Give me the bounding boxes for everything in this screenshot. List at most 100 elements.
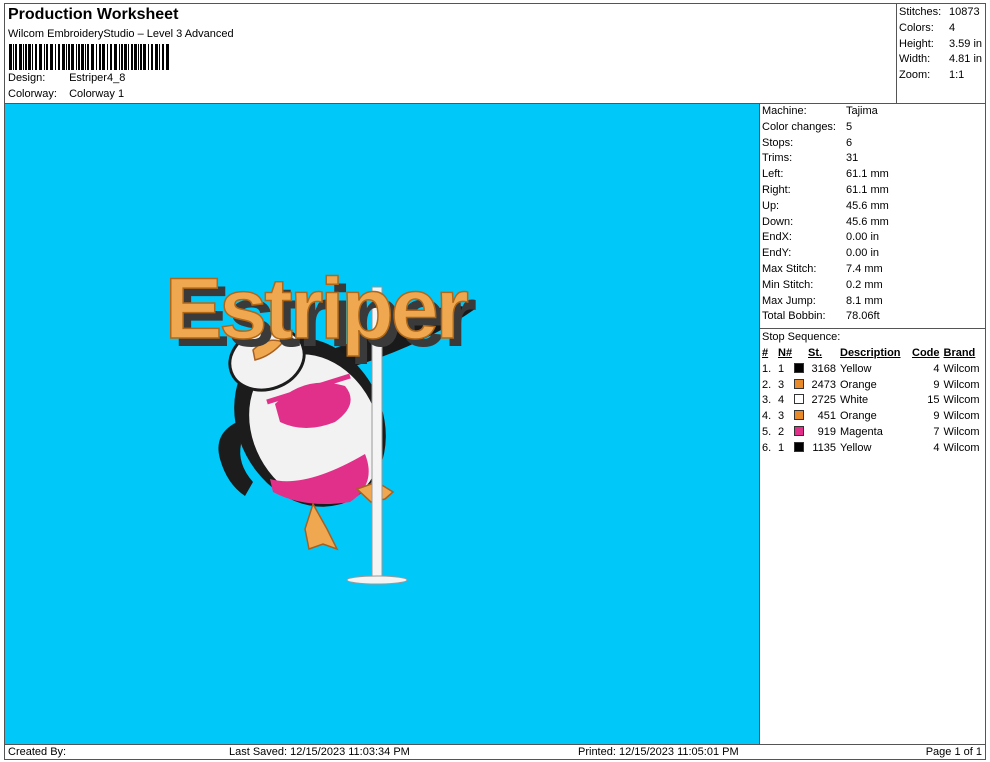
design-title-group: Estriper Estriper <box>164 260 479 365</box>
stop-row: 6. 1 1135 Yellow 4 Wilcom <box>762 440 985 456</box>
footer-printed: Printed: 12/15/2023 11:05:01 PM <box>578 746 739 758</box>
stop-description: Yellow <box>840 362 872 375</box>
stop-needle: 2 <box>778 424 808 440</box>
col-brand: Brand <box>943 347 976 360</box>
stop-index: 1. <box>762 362 772 375</box>
design-label: Design: <box>8 72 46 84</box>
color-swatch <box>794 441 804 452</box>
stop-description: Magenta <box>840 426 883 439</box>
col-code: Code <box>912 347 940 360</box>
info-label: Left: <box>762 168 784 181</box>
stat-width: Width: 4.81 in <box>899 53 983 66</box>
stop-stitches: 1135 <box>812 441 836 454</box>
stop-row: 5. 2 919 Magenta 7 Wilcom <box>762 424 985 440</box>
stat-zoom: Zoom: 1:1 <box>899 69 965 82</box>
color-swatch <box>794 378 804 389</box>
stat-stitches: Stitches: 10873 <box>899 6 980 18</box>
stop-description: Yellow <box>840 441 872 454</box>
stop-needle: 3 <box>778 377 808 393</box>
stop-sequence: Stop Sequence: # N# St. Description Code… <box>760 328 985 456</box>
info-label: Max Stitch: <box>762 262 817 275</box>
stop-code: 9 <box>933 378 940 391</box>
info-label: Total Bobbin: <box>762 310 826 323</box>
stop-sequence-table: # N# St. Description Code Brand 1. 1 3168 Y… <box>762 345 985 456</box>
stop-needle: 1 <box>778 440 808 456</box>
stop-brand: Wilcom <box>943 378 980 391</box>
stop-sequence-title: Stop Sequence: <box>762 331 841 344</box>
needle-number: 1 <box>778 362 785 375</box>
col-description: Description <box>840 347 901 360</box>
stop-needle: 1 <box>778 361 808 377</box>
stop-code: 4 <box>933 362 940 375</box>
info-row: Max Stitch: 7.4 mm <box>760 262 985 278</box>
info-value: 78.06ft <box>846 310 880 323</box>
stop-description: Orange <box>840 378 877 391</box>
stop-row: 4. 3 451 Orange 9 Wilcom <box>762 408 985 424</box>
info-row: Stops: 6 <box>760 136 985 152</box>
info-row: Min Stitch: 0.2 mm <box>760 278 985 294</box>
info-row: Total Bobbin: 78.06ft <box>760 309 985 325</box>
footer-last-saved: Last Saved: 12/15/2023 11:03:34 PM <box>229 746 410 758</box>
colorway-label: Colorway: <box>8 88 57 100</box>
info-label: Trims: <box>762 152 793 165</box>
stop-index: 4. <box>762 410 772 423</box>
stop-row: 1. 1 3168 Yellow 4 Wilcom <box>762 361 985 377</box>
stop-code: 15 <box>927 394 940 407</box>
stop-brand: Wilcom <box>943 362 980 375</box>
stop-needle: 4 <box>778 393 808 409</box>
needle-number: 3 <box>778 410 785 423</box>
info-label: EndY: <box>762 247 792 260</box>
color-swatch <box>794 410 804 421</box>
color-swatch <box>794 394 804 405</box>
colorway-row: Colorway: Colorway 1 <box>8 88 124 100</box>
design-canvas: Estriper Estriper <box>5 104 760 744</box>
stop-description: Orange <box>840 410 877 423</box>
info-row: Max Jump: 8.1 mm <box>760 294 985 310</box>
pole-base <box>346 575 408 585</box>
design-value: Estriper4_8 <box>69 72 126 84</box>
info-row: Machine: Tajima <box>760 104 985 120</box>
info-row: Color changes: 5 <box>760 120 985 136</box>
stop-code: 9 <box>933 410 940 423</box>
color-swatch <box>794 362 804 373</box>
machine-info-list: Machine: Tajima Color changes: 5 Stops: 6 Trim… <box>760 104 985 325</box>
info-value: 7.4 mm <box>846 262 883 275</box>
stop-stitches: 3168 <box>811 362 836 375</box>
info-value: 61.1 mm <box>846 183 889 196</box>
info-row: Up: 45.6 mm <box>760 199 985 215</box>
design-row: Design: Estriper4_8 <box>8 72 125 84</box>
stop-row: 2. 3 2473 Orange 9 Wilcom <box>762 377 985 393</box>
stop-needle: 3 <box>778 408 808 424</box>
stop-brand: Wilcom <box>943 410 980 423</box>
stop-stitches: 2473 <box>811 378 836 391</box>
info-row: Left: 61.1 mm <box>760 167 985 183</box>
info-label: Color changes: <box>762 120 836 133</box>
stop-row: 3. 4 2725 White 15 Wilcom <box>762 393 985 409</box>
info-value: 0.00 in <box>846 247 880 260</box>
stop-brand: Wilcom <box>943 394 980 407</box>
col-stitches: St. <box>808 347 823 360</box>
col-index: # <box>762 347 769 360</box>
page-title: Production Worksheet <box>8 6 179 23</box>
footer-created-by: Created By: <box>8 746 67 758</box>
info-label: EndX: <box>762 231 792 244</box>
stop-stitches: 451 <box>817 410 836 423</box>
info-value: 8.1 mm <box>846 294 883 307</box>
info-label: Up: <box>762 199 780 212</box>
info-value: 0.2 mm <box>846 278 883 291</box>
stat-height: Height: 3.59 in <box>899 37 983 50</box>
info-value: 45.6 mm <box>846 199 889 212</box>
info-value: 5 <box>846 120 853 133</box>
info-label: Stops: <box>762 136 794 149</box>
stats-box: Stitches: 10873 Colors: 4 Height: 3.59 in W… <box>896 4 985 104</box>
stop-table-header: # N# St. Description Code Brand <box>762 345 985 361</box>
stop-description: White <box>840 394 869 407</box>
info-label: Max Jump: <box>762 294 816 307</box>
stat-colors: Colors: 4 <box>899 21 956 34</box>
needle-number: 1 <box>778 441 785 454</box>
info-value: 61.1 mm <box>846 168 889 181</box>
info-value: 6 <box>846 136 853 149</box>
stop-stitches: 2725 <box>811 394 836 407</box>
stop-index: 6. <box>762 441 772 454</box>
info-row: EndX: 0.00 in <box>760 230 985 246</box>
